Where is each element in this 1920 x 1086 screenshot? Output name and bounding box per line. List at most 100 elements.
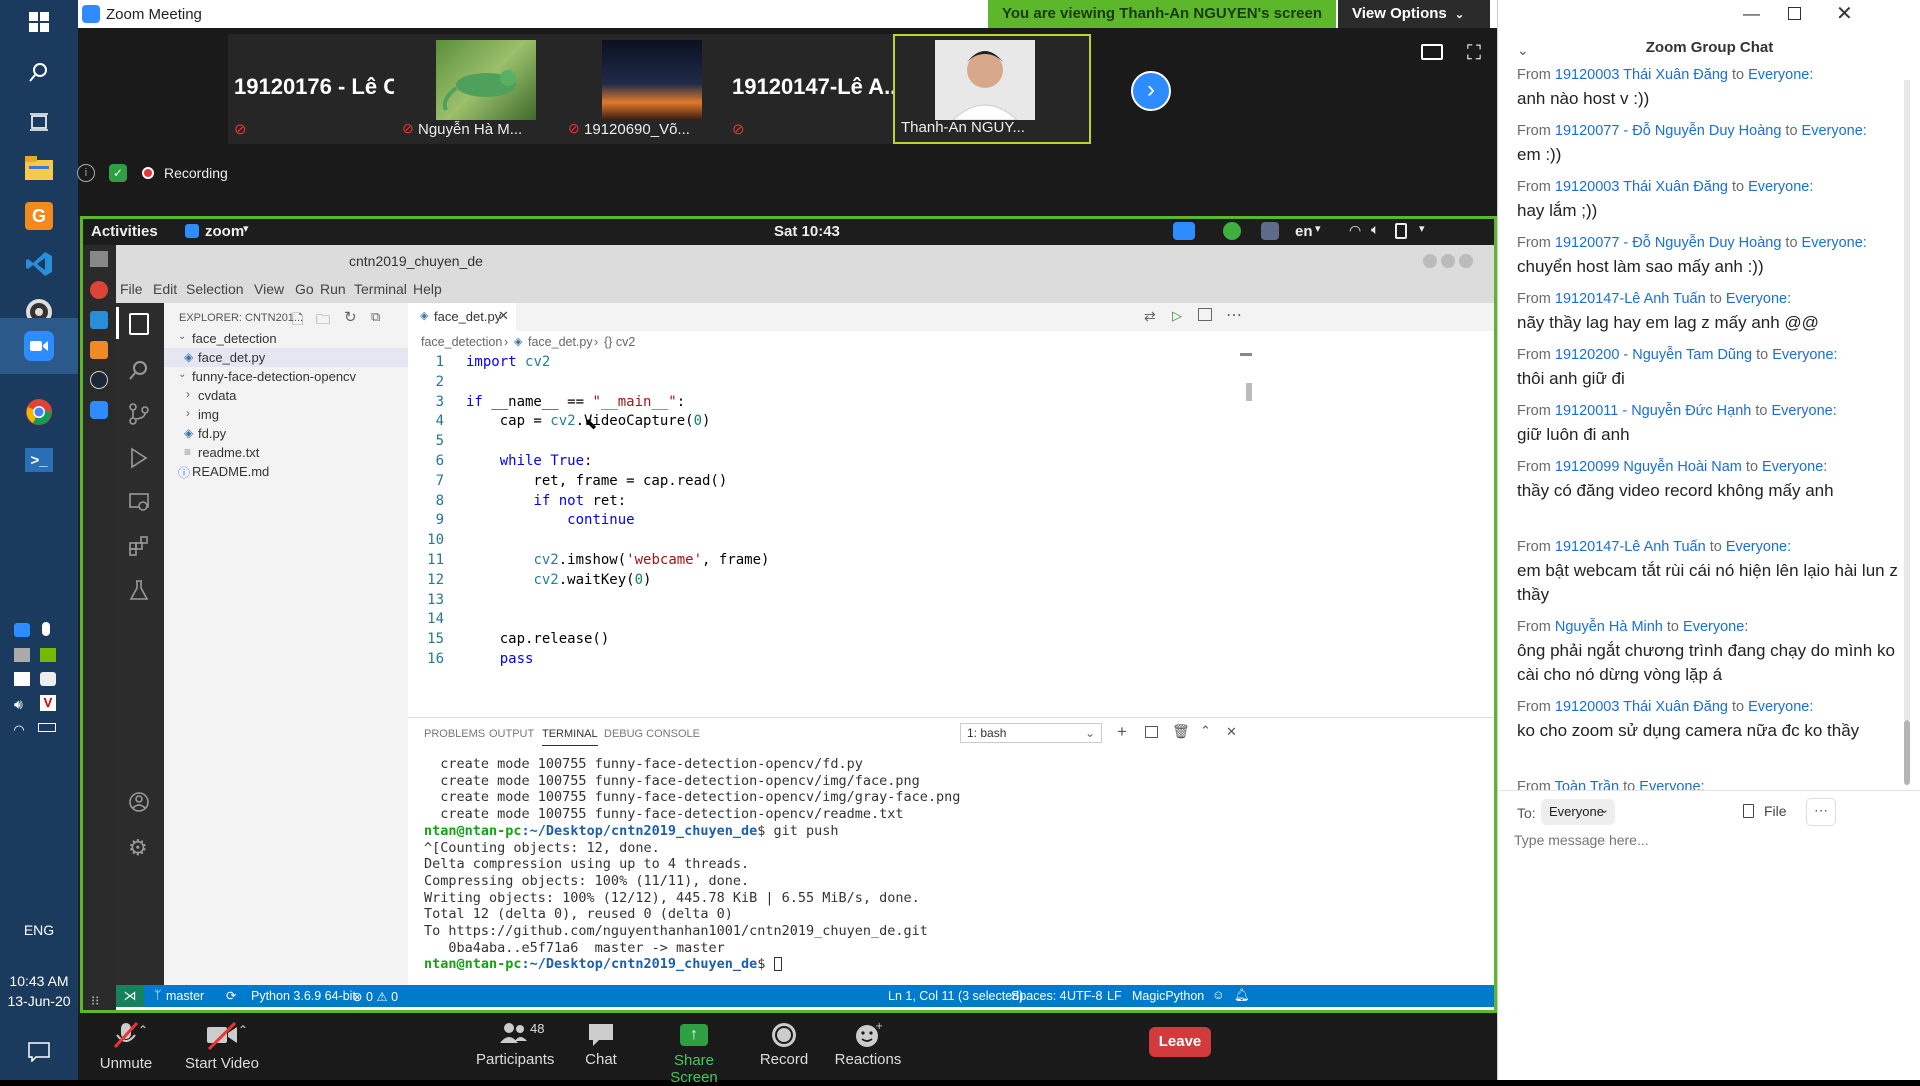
minimize-button[interactable] — [1423, 254, 1437, 268]
language-mode[interactable]: MagicPython — [1132, 989, 1204, 1003]
zoom-indicator-icon[interactable] — [1173, 222, 1195, 240]
more-options-icon[interactable]: ⋯ — [1806, 798, 1836, 826]
recipient-name[interactable]: Everyone: — [1802, 123, 1867, 139]
recipient-name[interactable]: Everyone: — [1726, 291, 1791, 307]
slack-indicator-icon[interactable] — [1261, 222, 1279, 240]
battery-icon[interactable] — [1395, 223, 1407, 239]
tree-item[interactable]: ⌄ face_detection — [164, 329, 408, 348]
tab-terminal[interactable]: TERMINAL — [542, 728, 598, 746]
participants-button[interactable]: 48 Participants — [476, 1021, 554, 1068]
tab-debug-console[interactable]: DEBUG CONSOLE — [604, 728, 700, 740]
chat-button[interactable]: Chat — [571, 1021, 631, 1068]
recipient-name[interactable]: Everyone: — [1748, 67, 1813, 83]
code-line[interactable]: 1 import cv2 — [408, 353, 1228, 373]
unmute-button[interactable]: Unmute — [86, 1021, 166, 1072]
menu-help[interactable]: Help — [413, 281, 442, 297]
cursor-position[interactable]: Ln 1, Col 11 (3 selected) — [888, 989, 1023, 1003]
remote-indicator-icon[interactable]: ⋊ — [116, 985, 144, 1007]
menu-run[interactable]: Run — [320, 281, 346, 297]
code-line[interactable]: 11 cv2.imshow('webcame', frame) — [408, 551, 1228, 571]
recipient-name[interactable]: Everyone: — [1683, 619, 1748, 635]
tray-language[interactable]: ENG — [0, 922, 78, 938]
run-debug-icon[interactable] — [128, 447, 150, 469]
check-indicator-icon[interactable] — [1223, 222, 1241, 240]
sender-name[interactable]: 19120077 - Đỗ Nguyễn Duy Hoàng — [1555, 235, 1786, 251]
recipient-select[interactable]: Everyone ⌄ — [1541, 799, 1615, 825]
git-branch[interactable]: master — [166, 989, 204, 1003]
code-line[interactable]: 2 — [408, 373, 1228, 393]
chat-message-input[interactable] — [1514, 827, 1904, 853]
record-button[interactable]: Record — [754, 1021, 814, 1068]
sender-name[interactable]: 19120200 - Nguyễn Tam Dũng — [1555, 347, 1752, 363]
audio-options-chevron-icon[interactable]: ⌃ — [138, 1023, 148, 1037]
code-line[interactable]: 4 cap = cv2.VideoCapture(0) — [408, 412, 1228, 432]
extensions-icon[interactable] — [128, 535, 150, 557]
zoom-taskbar-icon[interactable] — [0, 318, 78, 374]
menu-go[interactable]: Go — [295, 281, 314, 297]
menu-view[interactable]: View — [254, 281, 284, 297]
network-tray-icon[interactable] — [14, 648, 30, 662]
battery-icon[interactable] — [38, 723, 56, 732]
defender-tray-icon[interactable] — [40, 672, 56, 686]
chrome-dock-icon[interactable] — [90, 281, 108, 299]
recipient-name[interactable]: Everyone: — [1726, 539, 1791, 555]
sender-name[interactable]: 19120147-Lê Anh Tuấn — [1555, 291, 1706, 307]
steam-dock-icon[interactable] — [90, 371, 108, 389]
minimap[interactable] — [1240, 353, 1252, 356]
code-line[interactable]: 12 cv2.waitKey(0) — [408, 571, 1228, 591]
breadcrumb-symbol[interactable]: {} cv2 — [604, 335, 635, 349]
search-icon[interactable] — [17, 50, 61, 94]
tree-item[interactable]: ≡ readme.txt — [164, 443, 408, 462]
search-icon[interactable] — [128, 359, 150, 381]
powershell-icon[interactable]: >_ — [17, 438, 61, 482]
volume-icon[interactable]: 🔊︎ — [14, 696, 23, 713]
vscode-icon[interactable] — [17, 242, 61, 286]
wifi-icon[interactable]: ◠ — [1349, 222, 1361, 239]
python-interpreter[interactable]: Python 3.6.9 64-bit — [251, 989, 356, 1003]
split-editor-icon[interactable] — [1198, 308, 1212, 321]
volume-icon[interactable]: 🔈︎ — [1371, 221, 1379, 238]
code-line[interactable]: 9 continue — [408, 511, 1228, 531]
recipient-name[interactable]: Everyone: — [1802, 235, 1867, 251]
menu-selection[interactable]: Selection — [186, 281, 244, 297]
testing-icon[interactable] — [128, 579, 150, 601]
chrome-icon[interactable] — [17, 390, 61, 434]
split-terminal-icon[interactable] — [1145, 726, 1158, 738]
next-page-button[interactable]: › — [1131, 71, 1171, 111]
code-line[interactable]: 7 ret, frame = cap.read() — [408, 472, 1228, 492]
activities-button[interactable]: Activities — [91, 223, 158, 240]
code-line[interactable]: 15 cap.release() — [408, 630, 1228, 650]
menu-edit[interactable]: Edit — [153, 281, 177, 297]
sender-name[interactable]: 19120077 - Đỗ Nguyễn Duy Hoàng — [1555, 123, 1786, 139]
source-control-icon[interactable] — [128, 403, 150, 425]
recipient-name[interactable]: Everyone: — [1639, 779, 1704, 790]
window-close-button[interactable]: ✕ — [1836, 1, 1853, 26]
chat-scrollbar-track[interactable] — [1904, 80, 1910, 720]
menu-terminal[interactable]: Terminal — [354, 281, 407, 297]
start-video-button[interactable]: Start Video — [172, 1021, 272, 1072]
tab-problems[interactable]: PROBLEMS — [424, 728, 485, 740]
recipient-name[interactable]: Everyone: — [1748, 179, 1813, 195]
tree-item[interactable]: › img — [164, 405, 408, 424]
chat-scrollbar-thumb[interactable] — [1904, 720, 1910, 785]
microphone-tray-icon[interactable] — [42, 622, 50, 636]
input-language[interactable]: en — [1295, 223, 1313, 240]
reactions-button[interactable]: + Reactions — [830, 1021, 906, 1068]
leave-button[interactable]: Leave — [1149, 1027, 1211, 1057]
recipient-name[interactable]: Everyone: — [1762, 459, 1827, 475]
close-panel-icon[interactable]: ✕ — [1226, 724, 1237, 740]
sender-name[interactable]: 19120003 Thái Xuân Đăng — [1555, 67, 1728, 83]
window-minimize-button[interactable]: — — [1743, 4, 1760, 24]
notification-center-icon[interactable] — [17, 1030, 61, 1074]
collapse-all-icon[interactable]: ⧉ — [371, 309, 380, 325]
file-button[interactable]: File — [1743, 799, 1803, 825]
windows-start-icon[interactable] — [17, 0, 61, 44]
sender-name[interactable]: Toàn Trần — [1555, 779, 1620, 790]
close-tab-icon[interactable]: ✕ — [498, 308, 509, 324]
app-menu-label[interactable]: zoom — [205, 223, 244, 240]
sender-name[interactable]: 19120003 Thái Xuân Đăng — [1555, 699, 1728, 715]
new-terminal-icon[interactable]: + — [1117, 722, 1127, 742]
indentation[interactable]: Spaces: 4 — [1011, 989, 1067, 1003]
tree-item[interactable]: ◈ fd.py — [164, 424, 408, 443]
sync-icon[interactable]: ⟳ — [226, 988, 236, 1003]
